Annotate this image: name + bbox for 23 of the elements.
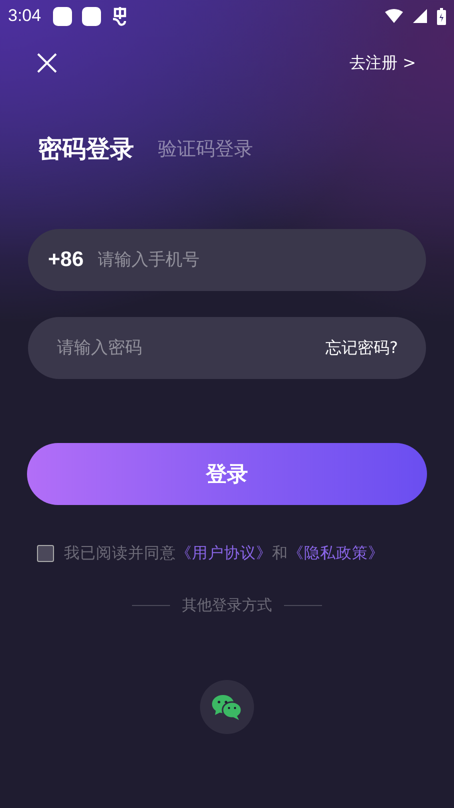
chat-bubbles-icon [211,694,243,720]
login-tab[interactable]: 密码登录 [38,133,134,165]
signal-icon [413,9,427,23]
notification-icon [82,6,102,26]
agreement-link[interactable]: 《隐私政策》 [288,544,384,562]
register-link[interactable]: 去注册 > [350,52,416,74]
password-input[interactable]: 请输入密码 [55,337,326,359]
agreement-link[interactable]: 《用户协议》 [176,544,272,562]
country-code[interactable]: +86 [48,248,84,272]
other-login-label: 其他登录方式 [182,596,272,615]
phone-input[interactable]: 请输入手机号 [96,249,406,271]
status-time: 3:04 [8,6,42,26]
password-field[interactable]: 请输入密码 忘记密码? [28,317,426,379]
notification-icon [53,6,72,26]
wifi-icon [385,9,403,23]
phone-field[interactable]: +86 请输入手机号 [28,229,426,291]
login-button[interactable]: 登录 [27,443,427,505]
agreement-text: 我已阅读并同意《用户协议》和《隐私政策》 [64,543,384,564]
forgot-password-link[interactable]: 忘记密码? [326,338,398,358]
agreement-checkbox[interactable] [37,545,54,562]
close-button[interactable] [36,52,58,74]
battery-icon [437,8,446,24]
login-tab[interactable]: 验证码登录 [158,136,253,162]
